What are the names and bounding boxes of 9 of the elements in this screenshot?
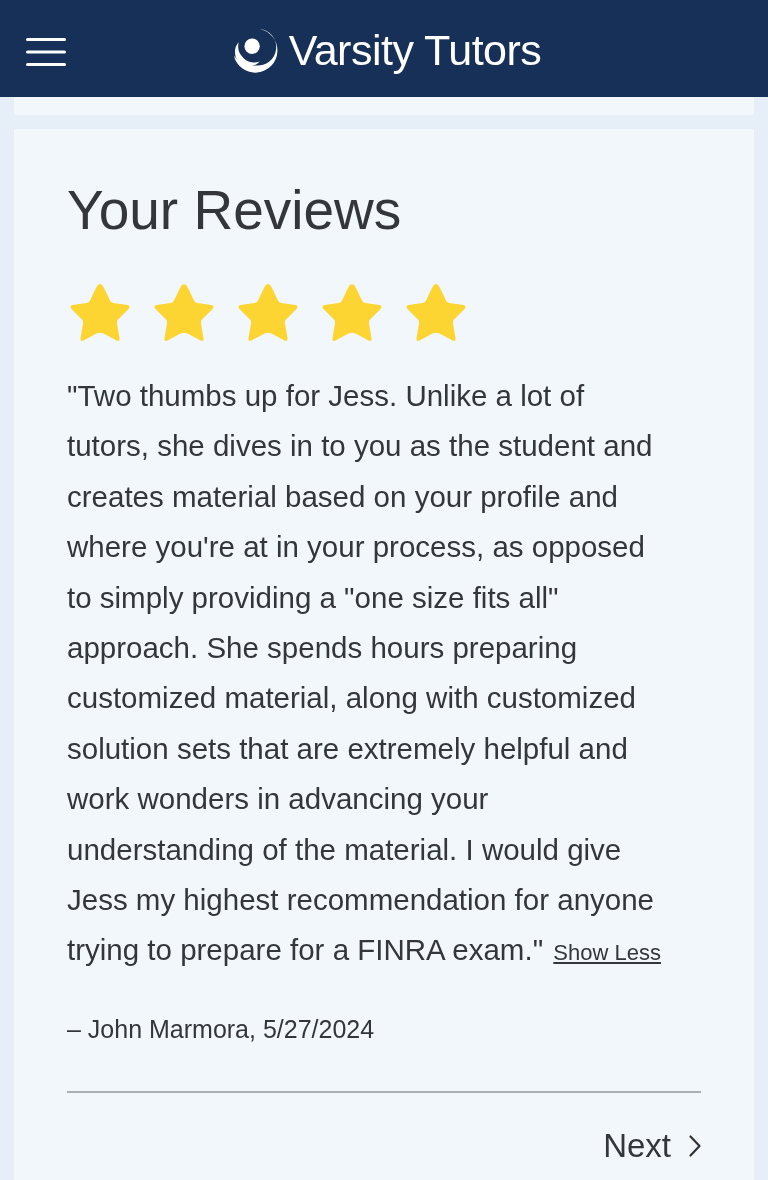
chevron-right-icon [689, 1134, 701, 1157]
review-text: "Two thumbs up for Jess. Unlike a lot of tutors, she dives in to you as the student and creates material based on your profile and where you're at in your process, as opposed to simply providing a "one size fits all" approach. She spends hours preparing customized material, along with customized solution sets that are extremely helpful and work wonders in advancing your understanding of the material. I would give Jess my highest recommendation for anyone trying to prepare for a FINRA exam." Show Less [67, 378, 662, 969]
logo-text: Varsity Tutors [288, 29, 542, 72]
review-author: – John Marmora, 5/27/2024 [67, 1013, 376, 1045]
show-less-link[interactable]: Show Less [553, 940, 661, 966]
next-button[interactable]: Next [603, 1125, 701, 1166]
reviews-title: Your Reviews [67, 178, 403, 243]
logo-link[interactable]: Varsity Tutors [230, 26, 542, 75]
menu-icon[interactable] [26, 37, 66, 67]
